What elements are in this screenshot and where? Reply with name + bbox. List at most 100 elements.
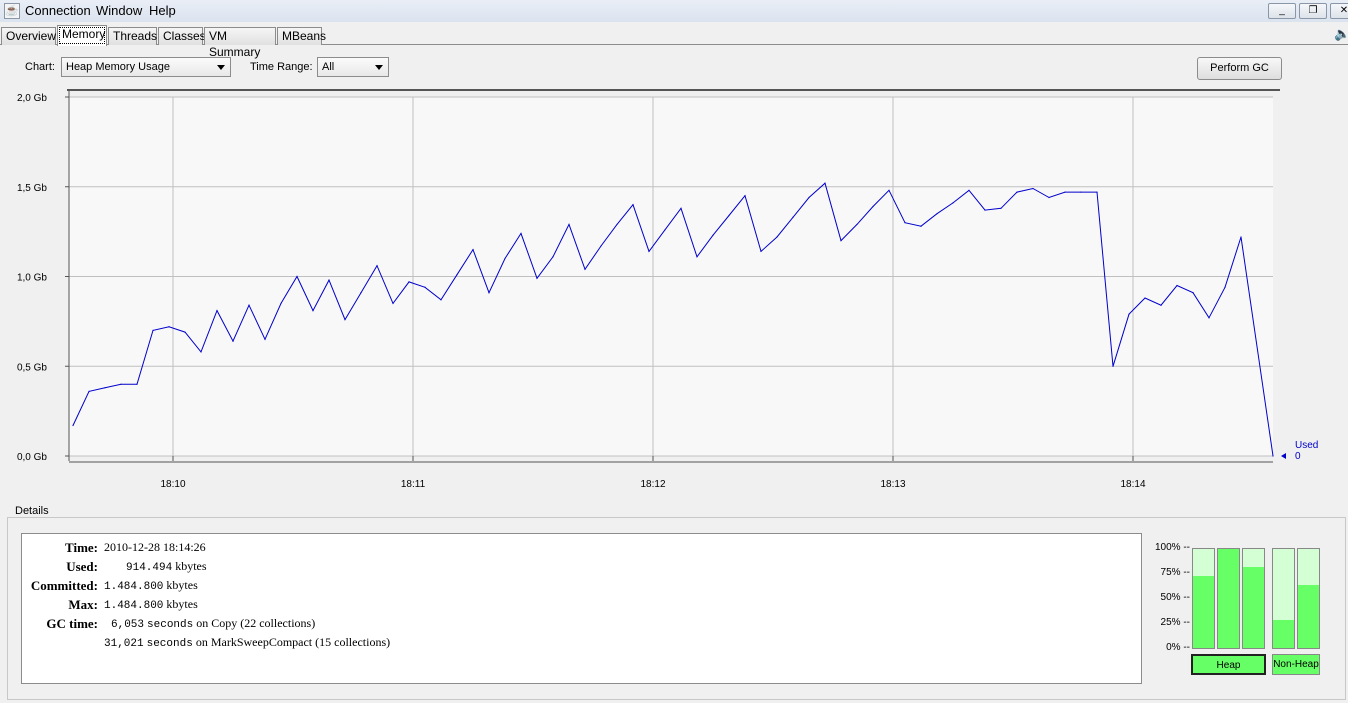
data-point	[456, 274, 458, 276]
data-point	[872, 205, 874, 208]
data-point	[1144, 297, 1146, 299]
data-point	[472, 248, 474, 251]
details-info: Time: 2010-12-28 18:14:26 Used: 914.494 kb…	[21, 533, 1142, 684]
memory-pool-bar[interactable]	[1297, 548, 1320, 649]
data-point	[312, 310, 314, 312]
tab-vm-summary[interactable]: VM Summary	[204, 27, 276, 59]
data-point	[1192, 292, 1194, 294]
data-point	[1240, 236, 1242, 238]
data-point	[360, 292, 362, 294]
data-point	[792, 216, 794, 218]
menu-connection[interactable]: Connection	[25, 3, 91, 18]
data-point	[136, 383, 138, 385]
data-point	[824, 182, 826, 184]
close-button[interactable]: ✕	[1330, 3, 1348, 19]
max-label: Max:	[68, 597, 98, 612]
data-point	[280, 302, 282, 305]
tab-overview[interactable]: Overview	[1, 27, 56, 45]
data-point	[648, 250, 650, 252]
perform-gc-button[interactable]: Perform GC	[1197, 57, 1282, 80]
pool-fill	[1193, 575, 1214, 648]
data-point	[1064, 191, 1066, 193]
heap-button[interactable]: Heap	[1191, 654, 1266, 675]
gc-time-label: GC time:	[46, 616, 98, 631]
data-point	[104, 387, 106, 389]
gc-marksweep-seconds: 31,021	[104, 638, 144, 650]
legend-marker-icon	[1281, 453, 1286, 459]
heap-memory-chart: 0,0 Gb 0,5 Gb 1,0 Gb 1,5 Gb 2,0 Gb 18:10 18:11…	[17, 89, 1318, 490]
max-value: 1.484.800	[104, 600, 164, 612]
time-value: 2010-12-28 18:14:26	[104, 540, 206, 554]
gc-marksweep-unit: seconds	[146, 638, 193, 650]
tab-memory[interactable]: Memory	[57, 25, 107, 46]
data-point	[1096, 191, 1098, 193]
data-point	[744, 195, 746, 197]
data-point	[760, 250, 762, 252]
time-range-value: All	[322, 61, 335, 73]
data-point	[1000, 207, 1002, 209]
pct-label: 50% --	[1160, 592, 1190, 603]
data-point	[632, 204, 634, 206]
memory-pool-bar[interactable]	[1192, 548, 1215, 649]
data-point	[984, 209, 986, 211]
tab-classes[interactable]: Classes	[158, 27, 206, 45]
tab-threads[interactable]: Threads	[108, 27, 157, 45]
data-point	[408, 281, 410, 283]
data-point	[1080, 191, 1082, 193]
data-point	[936, 213, 938, 215]
memory-pool-bar[interactable]	[1242, 548, 1265, 649]
x-tick-label: 18:14	[1120, 479, 1145, 490]
memory-pool-bar[interactable]	[1217, 548, 1240, 649]
pct-label: 100% --	[1154, 542, 1190, 553]
data-point	[776, 236, 778, 238]
max-unit: kbytes	[166, 597, 198, 611]
data-point	[552, 256, 554, 258]
data-point	[488, 292, 490, 294]
gc-marksweep-text: on MarkSweepCompact (15 collections)	[195, 635, 391, 649]
data-point	[600, 245, 602, 247]
data-point	[1016, 191, 1018, 193]
details-title: Details	[13, 505, 51, 517]
menu-window[interactable]: Window	[96, 3, 142, 18]
data-point	[168, 326, 170, 328]
non-heap-button[interactable]: Non-Heap	[1272, 654, 1320, 675]
pool-fill	[1273, 620, 1294, 648]
pool-fill	[1218, 549, 1239, 648]
data-point	[152, 329, 154, 331]
data-point	[616, 223, 618, 226]
pct-label: 0% --	[1166, 642, 1190, 653]
chevron-down-icon	[375, 65, 383, 70]
time-range-select[interactable]: All	[317, 57, 389, 77]
data-point	[1112, 365, 1114, 367]
menu-help[interactable]: Help	[149, 3, 176, 18]
data-point	[1160, 304, 1162, 306]
minimize-button[interactable]: _	[1268, 3, 1296, 19]
x-tick-label: 18:11	[401, 479, 426, 490]
legend-last-value: 0	[1295, 451, 1301, 462]
data-point	[1208, 317, 1210, 319]
y-tick-label: 1,5 Gb	[17, 183, 47, 194]
speaker-icon[interactable]: 🔈	[1334, 26, 1348, 42]
x-tick-label: 18:12	[640, 479, 665, 490]
y-tick-label: 0,0 Gb	[17, 452, 47, 463]
restore-button[interactable]: ❐	[1299, 3, 1327, 19]
tab-bar: Overview Memory Threads Classes VM Summa…	[0, 25, 1348, 59]
data-point	[1032, 187, 1034, 190]
time-label: Time:	[65, 540, 98, 555]
data-point	[952, 202, 954, 204]
data-point	[904, 222, 906, 224]
x-tick-label: 18:13	[880, 479, 905, 490]
tab-mbeans[interactable]: MBeans	[277, 27, 326, 45]
data-point	[424, 286, 426, 288]
data-point	[920, 225, 922, 227]
data-point	[856, 223, 858, 226]
chart-select[interactable]: Heap Memory Usage	[61, 57, 231, 77]
data-point	[1048, 196, 1050, 199]
data-point	[536, 277, 538, 279]
gc-copy-seconds: 6,053	[111, 619, 145, 631]
data-point	[248, 304, 250, 306]
used-label: Used:	[66, 559, 98, 574]
memory-pool-bar[interactable]	[1272, 548, 1295, 649]
data-point	[1128, 313, 1130, 315]
y-tick-label: 0,5 Gb	[17, 362, 47, 373]
